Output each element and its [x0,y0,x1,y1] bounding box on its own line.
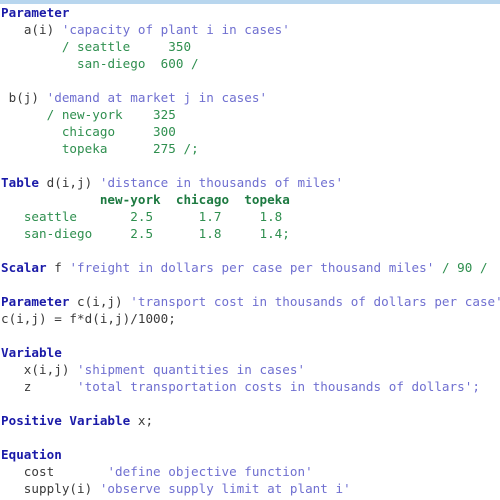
code-line[interactable]: Table d(i,j) 'distance in thousands of m… [0,174,500,191]
code-line[interactable]: Positive Variable x; [0,412,500,429]
code-token-str: 'observe supply limit at plant i' [99,481,351,496]
code-token-str: 'define objective function' [107,464,313,479]
code-token-id: b(j) [1,90,47,105]
code-token-str: 'total transportation costs in thousands… [77,379,480,394]
code-line[interactable] [0,395,500,412]
code-editor[interactable]: Parameter a(i) 'capacity of plant i in c… [0,0,500,500]
code-token-val: topeka 275 /; [61,141,199,156]
code-line[interactable]: Parameter c(i,j) 'transport cost in thou… [0,293,500,310]
code-line[interactable]: topeka 275 /; [0,140,500,157]
code-token-kw: Parameter [1,294,70,309]
code-token-id [1,141,62,156]
code-token-id [1,124,62,139]
code-token-val: / 90 / [441,260,488,275]
code-token-val: / seattle 350 [61,39,192,54]
code-token-thead: new-york chicago topeka [99,192,290,207]
code-line[interactable]: x(i,j) 'shipment quantities in cases' [0,361,500,378]
code-token-id: c(i,j) [69,294,131,309]
code-token-kw: Table [1,175,40,190]
code-token-id [1,56,77,71]
code-token-val: san-diego 2.5 1.8 1.4; [23,226,290,241]
code-token-kw: Equation [1,447,62,462]
code-token-val: chicago 300 [61,124,176,139]
code-token-str: 'capacity of plant i in cases' [61,22,290,37]
code-line[interactable]: cost 'define objective function' [0,463,500,480]
code-token-id: f [46,260,70,275]
code-line[interactable]: Scalar f 'freight in dollars per case pe… [0,259,500,276]
code-token-val: seattle 2.5 1.7 1.8 [23,209,283,224]
code-line[interactable]: supply(i) 'observe supply limit at plant… [0,480,500,497]
code-token-id [1,22,24,37]
code-line[interactable] [0,157,500,174]
code-line[interactable] [0,276,500,293]
code-token-id: x; [130,413,154,428]
code-token-str: 'distance in thousands of miles' [99,175,344,190]
code-line[interactable]: / new-york 325 [0,106,500,123]
code-token-id [1,39,62,54]
code-line[interactable]: san-diego 2.5 1.8 1.4; [0,225,500,242]
code-token-id: z [1,379,78,394]
code-line[interactable]: chicago 300 [0,123,500,140]
code-line[interactable]: z 'total transportation costs in thousan… [0,378,500,395]
code-token-kw: Positive Variable [1,413,131,428]
code-token-id [1,226,24,241]
code-token-str: 'demand at market j in cases' [46,90,268,105]
code-line[interactable] [0,327,500,344]
code-token-id: supply(i) [1,481,100,496]
code-token-id [1,209,24,224]
code-line[interactable]: seattle 2.5 1.7 1.8 [0,208,500,225]
code-token-id: cost [1,464,108,479]
code-token-str: 'freight in dollars per case per thousan… [69,260,435,275]
code-token-val: / new-york 325 [46,107,176,122]
code-token-id [434,260,442,275]
code-token-str: 'shipment quantities in cases' [77,362,306,377]
code-text-area[interactable]: Parameter a(i) 'capacity of plant i in c… [0,4,500,500]
code-line[interactable] [0,242,500,259]
code-token-id: a(i) [23,22,62,37]
code-line[interactable]: / seattle 350 [0,38,500,55]
code-line[interactable]: c(i,j) = f*d(i,j)/1000; [0,310,500,327]
code-line[interactable]: san-diego 600 / [0,55,500,72]
code-token-id [1,192,100,207]
code-token-str: 'transport cost in thousands of dollars … [130,294,500,309]
code-token-id: x(i,j) [1,362,78,377]
code-token-id [1,107,47,122]
code-token-id: d(i,j) [39,175,100,190]
code-token-val: san-diego 600 / [77,56,199,71]
code-line[interactable]: b(j) 'demand at market j in cases' [0,89,500,106]
code-line[interactable]: a(i) 'capacity of plant i in cases' [0,21,500,38]
code-line[interactable]: new-york chicago topeka [0,191,500,208]
code-line[interactable] [0,429,500,446]
code-token-kw: Variable [1,345,62,360]
code-line[interactable] [0,72,500,89]
code-token-kw: Scalar [1,260,47,275]
code-token-id: c(i,j) = f*d(i,j)/1000; [1,311,176,326]
code-token-kw: Parameter [1,5,70,20]
code-line[interactable]: Equation [0,446,500,463]
code-line[interactable]: Parameter [0,4,500,21]
code-line[interactable]: Variable [0,344,500,361]
